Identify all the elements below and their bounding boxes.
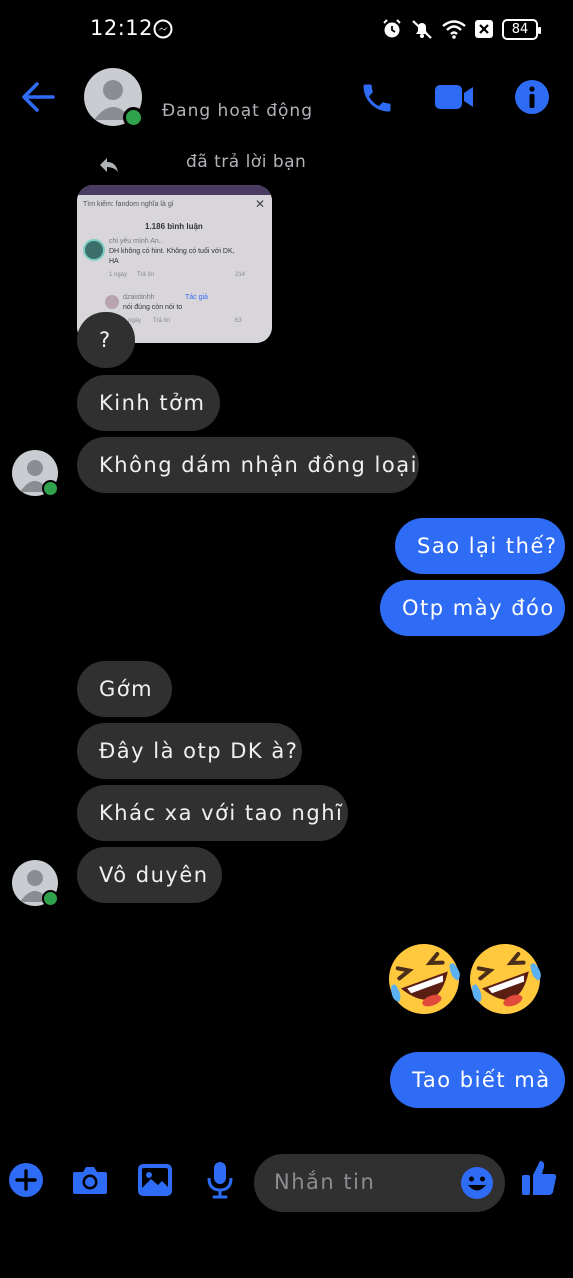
emoji-picker-icon[interactable] bbox=[460, 1166, 494, 1200]
sim-icon bbox=[473, 18, 495, 40]
image-c1-text1: DH không có hint. Không có tuổi với DK, bbox=[109, 248, 235, 255]
messenger-icon bbox=[152, 18, 174, 40]
video-call-icon[interactable] bbox=[433, 81, 475, 113]
image-search-text: Tìm kiếm: fandom nghĩa là gì bbox=[83, 201, 174, 208]
camera-icon[interactable] bbox=[71, 1163, 109, 1197]
laughing-emoji-icon[interactable] bbox=[466, 940, 544, 1022]
message-input-placeholder: Nhắn tin bbox=[274, 1170, 376, 1194]
image-close-icon: ✕ bbox=[255, 197, 266, 211]
message-incoming[interactable]: Khác xa với tao nghĩ bbox=[77, 785, 348, 841]
image-c1-time: 1 ngày bbox=[109, 272, 128, 278]
thumbs-up-icon[interactable] bbox=[520, 1158, 558, 1198]
laughing-emoji-icon[interactable] bbox=[385, 940, 463, 1022]
image-author-avatar bbox=[105, 295, 119, 309]
message-outgoing[interactable]: Sao lại thế? bbox=[395, 518, 565, 574]
image-c1-likes: 214 bbox=[235, 272, 246, 278]
message-incoming[interactable]: Kinh tởm bbox=[77, 375, 220, 431]
wifi-icon bbox=[440, 18, 468, 40]
message-incoming[interactable]: Vô duyên bbox=[77, 847, 222, 903]
image-comment-count: 1.186 bình luận bbox=[145, 222, 203, 231]
alarm-icon bbox=[380, 18, 404, 40]
message-incoming[interactable]: Gớm bbox=[77, 661, 172, 717]
image-c1-reply: Trả lời bbox=[137, 272, 155, 278]
phone-call-icon[interactable] bbox=[359, 80, 395, 116]
sender-online-indicator bbox=[42, 480, 59, 497]
image-c2-badge: Tác giả bbox=[185, 294, 208, 301]
mute-icon bbox=[409, 18, 435, 40]
image-c2-author: dzaistinhh bbox=[123, 294, 155, 301]
message-incoming[interactable]: Không dám nhận đồng loại bbox=[77, 437, 419, 493]
battery-indicator: 84 bbox=[502, 19, 541, 40]
online-indicator bbox=[123, 107, 144, 128]
image-c1-author: chỉ yêu mình An.. bbox=[109, 238, 163, 245]
active-status: Đang hoạt động bbox=[162, 101, 313, 121]
message-incoming[interactable]: Đây là otp DK à? bbox=[77, 723, 302, 779]
image-c2-text: nói đúng còn nói to bbox=[123, 304, 183, 311]
image-c2-likes: 63 bbox=[235, 318, 242, 324]
microphone-icon[interactable] bbox=[205, 1160, 235, 1200]
image-commenter-avatar bbox=[83, 239, 105, 261]
image-c2-reply: Trả lời bbox=[153, 318, 171, 324]
message-incoming[interactable]: ? bbox=[77, 312, 135, 368]
back-arrow-icon[interactable] bbox=[20, 80, 56, 114]
info-icon[interactable] bbox=[514, 79, 550, 115]
sender-online-indicator bbox=[42, 890, 59, 907]
message-outgoing[interactable]: Otp mày đóo bbox=[380, 580, 565, 636]
status-time: 12:12 bbox=[90, 16, 154, 40]
plus-icon[interactable] bbox=[8, 1162, 44, 1198]
image-top-strip bbox=[77, 185, 272, 195]
gallery-icon[interactable] bbox=[137, 1163, 173, 1197]
image-c1-text2: HA bbox=[109, 258, 119, 265]
reply-icon bbox=[98, 155, 120, 175]
reply-label: đã trả lời bạn bbox=[186, 152, 307, 172]
message-outgoing[interactable]: Tao biết mà bbox=[390, 1052, 565, 1108]
